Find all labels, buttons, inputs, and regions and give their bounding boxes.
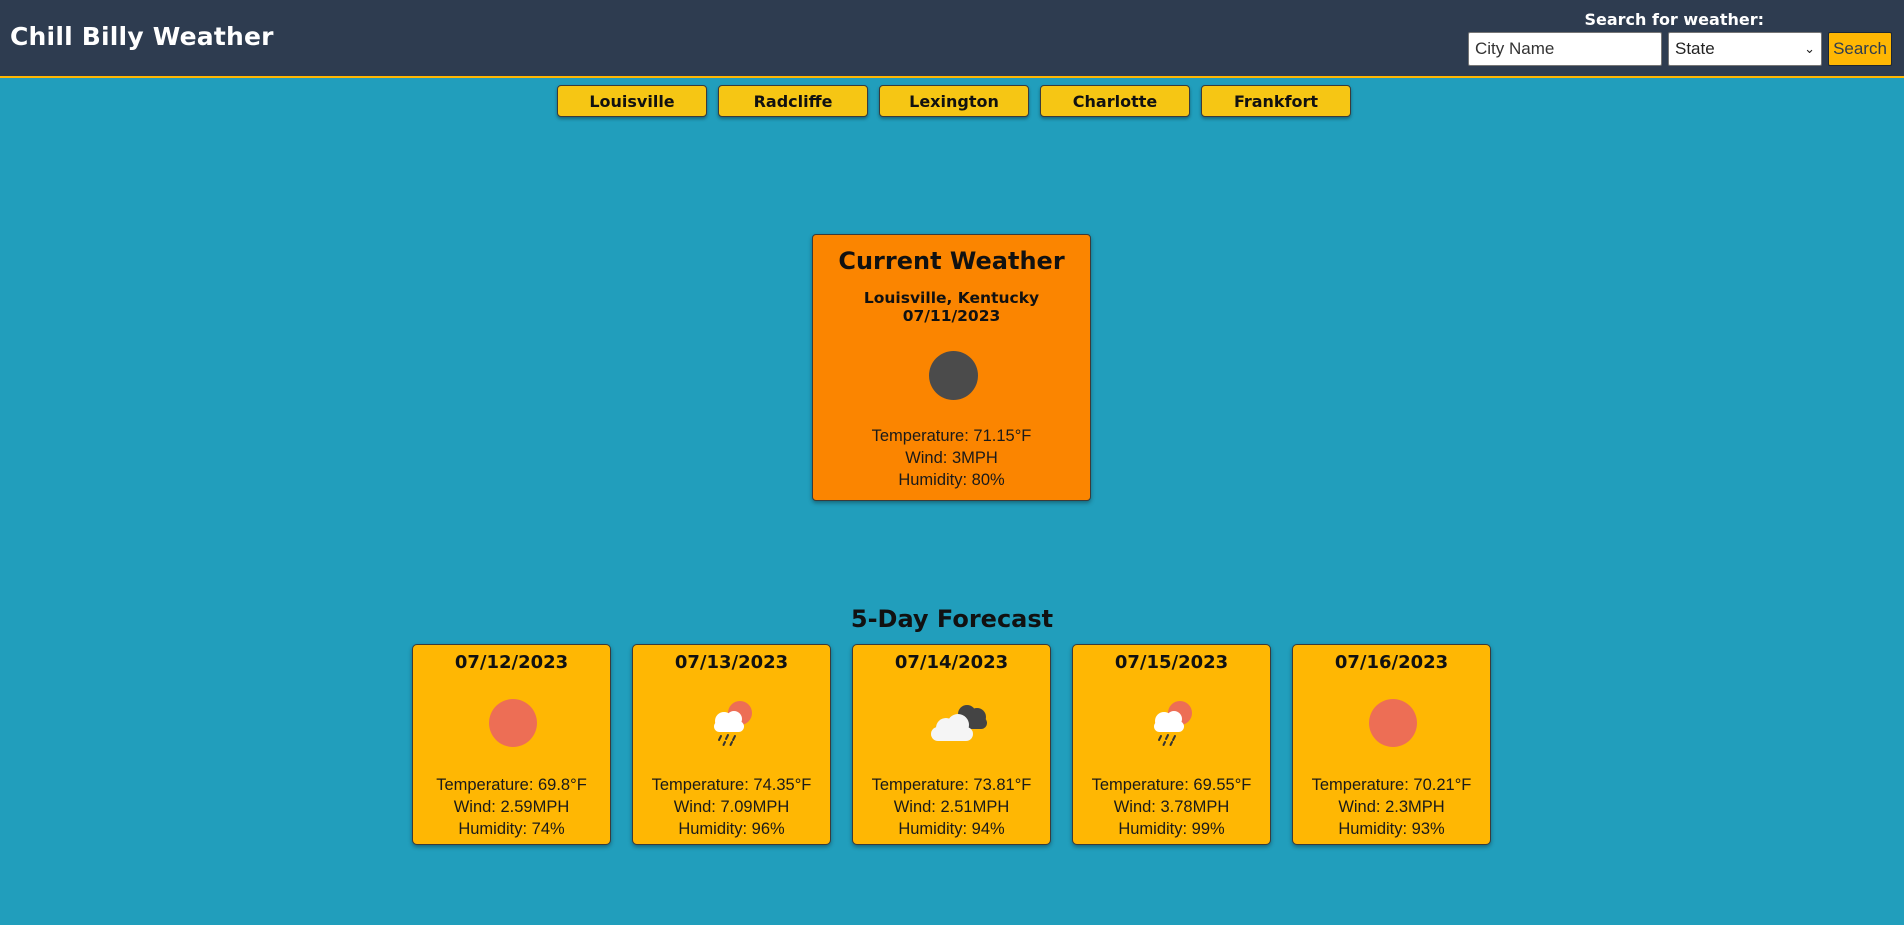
- search-form: Search for weather: State ⌄ Search: [1468, 8, 1892, 68]
- forecast-temperature: Temperature: 70.21°F: [1311, 776, 1472, 794]
- forecast-humidity: Humidity: 93%: [1338, 820, 1445, 838]
- city-button-charlotte[interactable]: Charlotte: [1040, 85, 1190, 117]
- dark-circle-icon: [929, 351, 978, 400]
- current-weather-stats: Temperature: 71.15°F Wind: 3MPH Humidity…: [813, 425, 1090, 491]
- forecast-wind: Wind: 2.3MPH: [1338, 798, 1445, 816]
- forecast-cards: 07/12/2023 Temperature: 69.8°F Wind: 2.5…: [412, 644, 1491, 845]
- sun-icon: [489, 699, 537, 747]
- forecast-date: 07/13/2023: [674, 652, 789, 673]
- forecast-card: 07/16/2023 Temperature: 70.21°F Wind: 2.…: [1292, 644, 1491, 845]
- current-location-date: Louisville, Kentucky 07/11/2023: [863, 289, 1040, 325]
- forecast-card: 07/14/2023 Temperature: 73.81°F Wind: 2.…: [852, 644, 1051, 845]
- forecast-heading: 5-Day Forecast: [850, 605, 1054, 633]
- forecast-card: 07/12/2023 Temperature: 69.8°F Wind: 2.5…: [412, 644, 611, 845]
- forecast-stats: Temperature: 69.55°F Wind: 3.78MPH Humid…: [1073, 774, 1270, 840]
- forecast-wind: Wind: 3.78MPH: [1113, 798, 1230, 816]
- forecast-humidity: Humidity: 99%: [1118, 820, 1225, 838]
- forecast-temperature: Temperature: 69.55°F: [1091, 776, 1252, 794]
- state-select-value: State: [1675, 39, 1715, 58]
- current-wind: Wind: 3MPH: [905, 449, 998, 467]
- search-button[interactable]: Search: [1828, 32, 1892, 66]
- city-button-lexington[interactable]: Lexington: [879, 85, 1029, 117]
- forecast-card: 07/13/2023 Temperature: 74.35°F Wind: 7.…: [632, 644, 831, 845]
- quick-city-buttons: Louisville Radcliffe Lexington Charlotte…: [557, 85, 1351, 117]
- city-button-louisville[interactable]: Louisville: [557, 85, 707, 117]
- current-weather-heading: Current Weather: [838, 247, 1065, 275]
- chevron-down-icon: ⌄: [1804, 41, 1815, 56]
- forecast-date: 07/16/2023: [1334, 652, 1449, 673]
- forecast-date: 07/12/2023: [454, 652, 569, 673]
- sun-icon: [1369, 699, 1417, 747]
- rain-sun-icon: [1154, 701, 1192, 746]
- search-label: Search for weather:: [1584, 10, 1764, 29]
- forecast-stats: Temperature: 73.81°F Wind: 2.51MPH Humid…: [853, 774, 1050, 840]
- city-button-frankfort[interactable]: Frankfort: [1201, 85, 1351, 117]
- forecast-humidity: Humidity: 96%: [678, 820, 785, 838]
- city-button-radcliffe[interactable]: Radcliffe: [718, 85, 868, 117]
- forecast-temperature: Temperature: 74.35°F: [651, 776, 812, 794]
- app-header: Chill Billy Weather Search for weather: …: [0, 0, 1904, 78]
- forecast-temperature: Temperature: 73.81°F: [871, 776, 1032, 794]
- forecast-stats: Temperature: 70.21°F Wind: 2.3MPH Humidi…: [1293, 774, 1490, 840]
- current-temperature: Temperature: 71.15°F: [871, 427, 1032, 445]
- state-select[interactable]: State ⌄: [1668, 32, 1822, 66]
- city-name-input[interactable]: [1468, 32, 1662, 66]
- forecast-temperature: Temperature: 69.8°F: [436, 776, 587, 794]
- forecast-stats: Temperature: 74.35°F Wind: 7.09MPH Humid…: [633, 774, 830, 840]
- forecast-card: 07/15/2023 Temperature: 69.55°F Wind: 3.…: [1072, 644, 1271, 845]
- forecast-wind: Wind: 7.09MPH: [673, 798, 790, 816]
- forecast-humidity: Humidity: 74%: [458, 820, 565, 838]
- forecast-date: 07/15/2023: [1114, 652, 1229, 673]
- clouds-icon: [931, 705, 987, 741]
- forecast-wind: Wind: 2.51MPH: [893, 798, 1010, 816]
- current-weather-card: Current Weather Louisville, Kentucky 07/…: [812, 234, 1091, 501]
- app-title: Chill Billy Weather: [10, 22, 274, 51]
- forecast-wind: Wind: 2.59MPH: [453, 798, 570, 816]
- current-humidity: Humidity: 80%: [898, 471, 1005, 489]
- rain-sun-icon: [714, 701, 752, 746]
- forecast-date: 07/14/2023: [894, 652, 1009, 673]
- forecast-humidity: Humidity: 94%: [898, 820, 1005, 838]
- forecast-stats: Temperature: 69.8°F Wind: 2.59MPH Humidi…: [413, 774, 610, 840]
